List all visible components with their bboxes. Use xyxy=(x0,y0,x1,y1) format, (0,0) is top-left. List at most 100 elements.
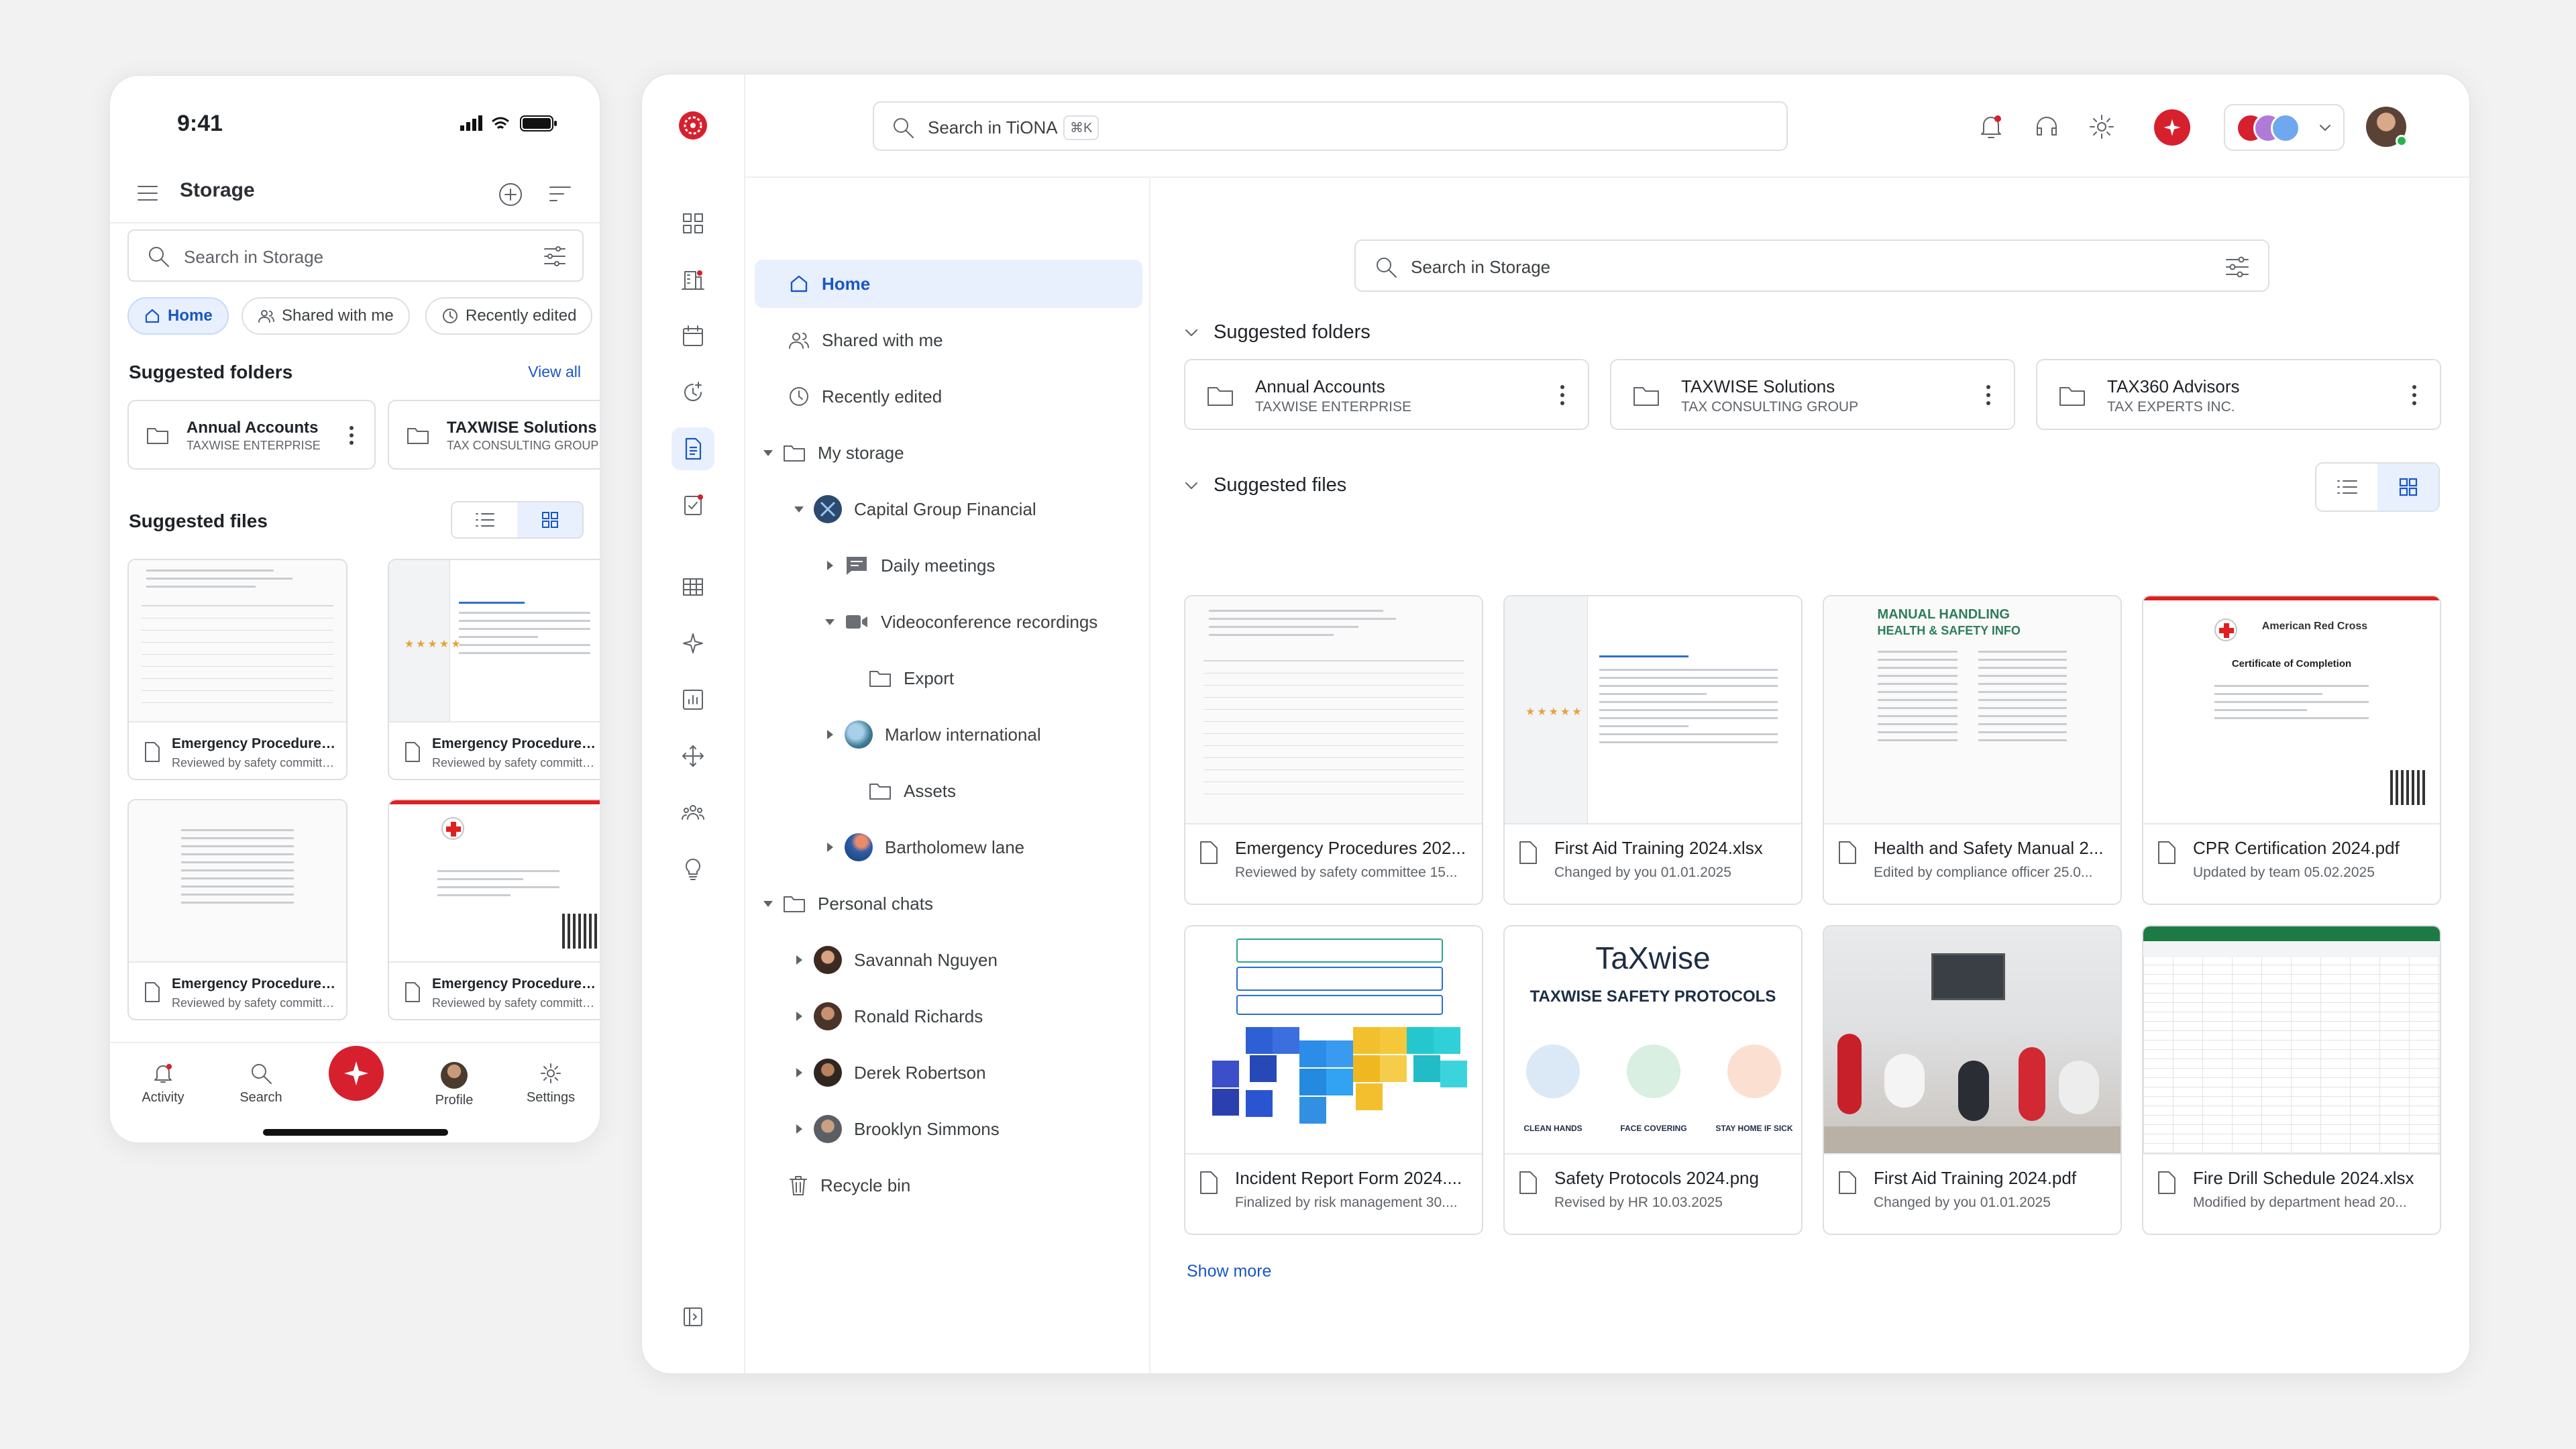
rail-dashboard[interactable] xyxy=(672,202,714,245)
more-icon[interactable] xyxy=(349,425,354,445)
file-card[interactable]: American Red Cross Certificate of Comple… xyxy=(2142,595,2441,905)
nav-capital-group[interactable]: Capital Group Financial xyxy=(792,485,1036,533)
caret-right-icon[interactable] xyxy=(792,1122,806,1136)
file-card[interactable]: Emergency Procedures... Reviewed by safe… xyxy=(127,799,347,1020)
file-card[interactable]: MANUAL HANDLING HEALTH & SAFETY INFO Hea… xyxy=(1823,595,2122,905)
list-view-button[interactable] xyxy=(2316,464,2377,511)
chip-home[interactable]: Home xyxy=(127,297,229,335)
gear-icon[interactable] xyxy=(2088,113,2115,140)
view-all-link[interactable]: View all xyxy=(528,363,581,381)
user-avatar[interactable] xyxy=(2366,107,2408,147)
tab-profile[interactable]: Profile xyxy=(417,1062,491,1108)
nav-label: Brooklyn Simmons xyxy=(854,1118,1000,1139)
filter-icon[interactable] xyxy=(2225,256,2249,278)
tab-activity[interactable]: Activity xyxy=(126,1062,200,1106)
tab-search[interactable]: Search xyxy=(224,1062,298,1106)
nav-videoconference[interactable]: Videoconference recordings xyxy=(823,598,1097,646)
list-icon xyxy=(475,513,494,527)
tab-settings[interactable]: Settings xyxy=(514,1062,588,1106)
caret-down-icon[interactable] xyxy=(761,897,775,910)
nav-assets[interactable]: Assets xyxy=(869,767,956,815)
menu-icon[interactable] xyxy=(137,184,158,202)
workspace-switcher[interactable] xyxy=(2224,104,2345,151)
rail-storage[interactable] xyxy=(672,427,714,470)
caret-right-icon[interactable] xyxy=(823,841,837,854)
show-more-link[interactable]: Show more xyxy=(1187,1262,1271,1281)
nav-marlow[interactable]: Marlow international xyxy=(823,710,1041,759)
file-card[interactable]: Emergency Procedures... Reviewed by safe… xyxy=(127,559,347,780)
global-search-input[interactable]: Search in TiONA ⌘K xyxy=(873,101,1788,151)
collapse-sidebar-button[interactable] xyxy=(672,1295,714,1338)
rail-table[interactable] xyxy=(672,566,714,608)
caret-down-icon[interactable] xyxy=(792,502,806,516)
caret-right-icon[interactable] xyxy=(823,559,837,572)
list-view-button[interactable] xyxy=(452,502,517,537)
nav-daily-meetings[interactable]: Daily meetings xyxy=(823,541,996,590)
more-icon[interactable] xyxy=(1986,384,1991,406)
chevron-down-icon xyxy=(1185,329,1197,336)
add-icon[interactable] xyxy=(498,182,523,207)
storage-search-input[interactable]: Search in Storage xyxy=(1354,239,2269,292)
file-card[interactable]: ★★★★★ Emergency Procedures... Reviewed b… xyxy=(388,559,600,780)
thumbnail-title: MANUAL HANDLING xyxy=(1877,606,2010,622)
rail-team[interactable] xyxy=(672,791,714,834)
folder-card[interactable]: Annual Accounts TAXWISE ENTERPRISE xyxy=(127,400,376,470)
file-meta: Modified by department head 20... xyxy=(2193,1195,2407,1210)
suggested-files-section[interactable]: Suggested files xyxy=(1184,474,1346,496)
nav-recycle-bin[interactable]: Recycle bin xyxy=(788,1161,910,1210)
rail-ideas[interactable] xyxy=(672,847,714,890)
app-logo[interactable] xyxy=(672,104,714,147)
caret-right-icon[interactable] xyxy=(792,1066,806,1079)
nav-export[interactable]: Export xyxy=(869,654,954,702)
caret-right-icon[interactable] xyxy=(792,1010,806,1023)
ai-assistant-button[interactable] xyxy=(329,1046,384,1101)
headset-icon[interactable] xyxy=(2033,113,2060,140)
ai-assistant-button[interactable] xyxy=(2154,109,2190,146)
caret-right-icon[interactable] xyxy=(792,953,806,967)
group-avatar xyxy=(845,720,873,749)
more-icon[interactable] xyxy=(1560,384,1565,406)
rail-reports[interactable] xyxy=(672,678,714,721)
search-input[interactable]: Search in Storage xyxy=(127,229,584,282)
rail-ai[interactable] xyxy=(672,622,714,665)
caret-down-icon[interactable] xyxy=(823,615,837,629)
grid-view-button[interactable] xyxy=(517,502,582,537)
file-card[interactable]: Incident Report Form 2024.... Finalized … xyxy=(1184,925,1483,1235)
suggested-folders-section[interactable]: Suggested folders xyxy=(1184,321,1371,343)
nav-ronald[interactable]: Ronald Richards xyxy=(792,992,983,1040)
filter-icon[interactable] xyxy=(543,246,566,267)
bell-icon[interactable] xyxy=(1978,113,2004,140)
file-card[interactable]: First Aid Training 2024.pdf Changed by y… xyxy=(1823,925,2122,1235)
nav-my-storage[interactable]: My storage xyxy=(761,429,904,477)
rail-integrations[interactable] xyxy=(672,735,714,777)
file-card[interactable]: Emergency Procedures... Reviewed by safe… xyxy=(388,799,600,1020)
folder-card[interactable]: TAXWISE Solutions TAX CONSULTING GROUP xyxy=(388,400,600,470)
nav-brooklyn[interactable]: Brooklyn Simmons xyxy=(792,1105,1000,1153)
grid-view-button[interactable] xyxy=(2377,464,2438,511)
nav-home[interactable]: Home xyxy=(755,260,1142,308)
folder-card[interactable]: Annual Accounts TAXWISE ENTERPRISE xyxy=(1184,359,1589,430)
nav-derek[interactable]: Derek Robertson xyxy=(792,1049,986,1097)
nav-recent[interactable]: Recently edited xyxy=(788,372,942,421)
file-card[interactable]: Emergency Procedures 202... Reviewed by … xyxy=(1184,595,1483,905)
rail-notifications[interactable] xyxy=(672,258,714,301)
folder-owner: TAX EXPERTS INC. xyxy=(2107,399,2235,415)
chip-recent[interactable]: Recently edited xyxy=(425,297,593,335)
folder-card[interactable]: TAX360 Advisors TAX EXPERTS INC. xyxy=(2036,359,2441,430)
nav-bartholomew[interactable]: Bartholomew lane xyxy=(823,823,1024,871)
rail-activity[interactable] xyxy=(672,371,714,414)
file-card[interactable]: TaXwise TAXWISE SAFETY PROTOCOLS CLEAN H… xyxy=(1503,925,1803,1235)
nav-personal-chats[interactable]: Personal chats xyxy=(761,879,933,928)
caret-down-icon[interactable] xyxy=(761,446,775,460)
chip-shared[interactable]: Shared with me xyxy=(241,297,410,335)
nav-shared[interactable]: Shared with me xyxy=(788,316,943,364)
caret-right-icon[interactable] xyxy=(823,728,837,741)
more-icon[interactable] xyxy=(2412,384,2417,406)
folder-card[interactable]: TAXWISE Solutions TAX CONSULTING GROUP xyxy=(1610,359,2015,430)
file-card[interactable]: ★★★★★ First Aid Training 2024.xlsx Chang… xyxy=(1503,595,1803,905)
rail-tasks[interactable] xyxy=(672,484,714,527)
nav-savannah[interactable]: Savannah Nguyen xyxy=(792,936,998,984)
file-card[interactable]: Fire Drill Schedule 2024.xlsx Modified b… xyxy=(2142,925,2441,1235)
rail-calendar[interactable] xyxy=(672,315,714,358)
sort-icon[interactable] xyxy=(549,184,572,203)
